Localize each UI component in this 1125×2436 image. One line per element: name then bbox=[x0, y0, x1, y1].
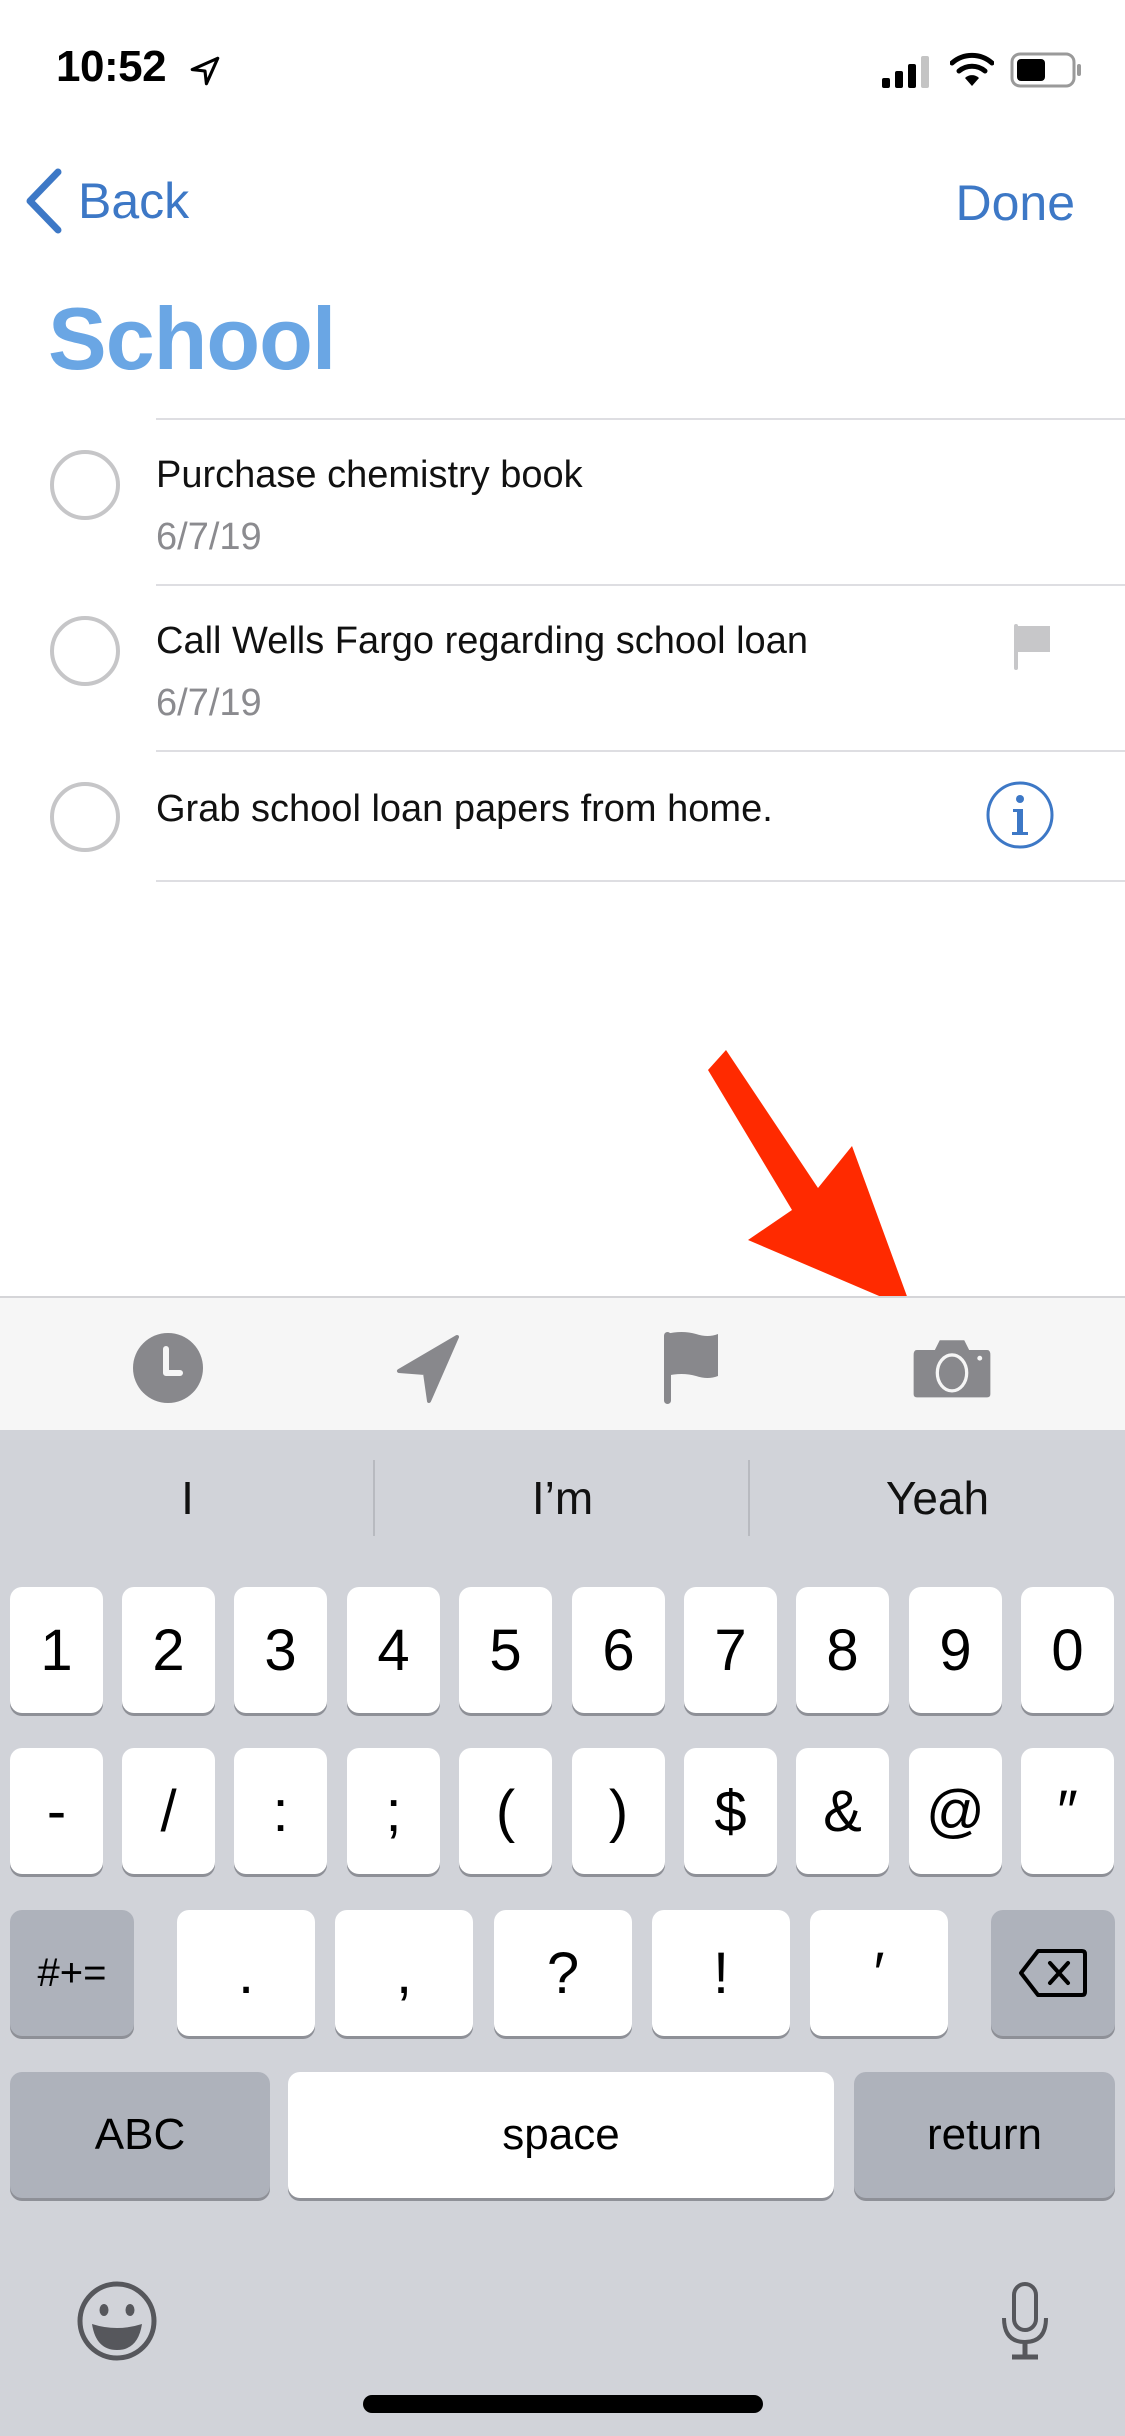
return-key[interactable]: return bbox=[854, 2072, 1115, 2198]
red-arrow-annotation bbox=[708, 1050, 912, 1310]
emoji-icon[interactable] bbox=[76, 2280, 158, 2362]
time-reminder-button[interactable] bbox=[128, 1328, 208, 1408]
divider bbox=[156, 880, 1125, 882]
suggestion-3[interactable]: Yeah bbox=[750, 1458, 1125, 1538]
keyboard: I I’m Yeah 1 2 3 4 5 6 7 8 9 0 - / : ; (… bbox=[0, 1430, 1125, 2436]
complete-checkbox[interactable] bbox=[50, 450, 120, 520]
suggestion-1[interactable]: I bbox=[0, 1458, 375, 1538]
key-hyphen[interactable]: - bbox=[10, 1748, 103, 1874]
home-indicator[interactable] bbox=[363, 2395, 763, 2413]
status-time: 10:52 bbox=[56, 42, 167, 91]
key-dollar[interactable]: $ bbox=[684, 1748, 777, 1874]
key-quote[interactable]: ″ bbox=[1021, 1748, 1114, 1874]
key-4[interactable]: 4 bbox=[347, 1587, 440, 1713]
reminders-list: Purchase chemistry book 6/7/19 Call Well… bbox=[0, 418, 1125, 882]
key-ampersand[interactable]: & bbox=[796, 1748, 889, 1874]
key-5[interactable]: 5 bbox=[459, 1587, 552, 1713]
key-exclamation[interactable]: ! bbox=[652, 1910, 790, 2036]
key-6[interactable]: 6 bbox=[572, 1587, 665, 1713]
list-item[interactable]: Grab school loan papers from home. bbox=[0, 752, 1125, 880]
microphone-icon[interactable] bbox=[1000, 2282, 1050, 2362]
chevron-left-icon bbox=[26, 168, 62, 234]
task-title[interactable]: Grab school loan papers from home. bbox=[156, 788, 773, 831]
camera-icon bbox=[913, 1340, 991, 1398]
navigation-bar: Back Done bbox=[0, 160, 1125, 240]
key-open-paren[interactable]: ( bbox=[459, 1748, 552, 1874]
delete-icon bbox=[1019, 1949, 1087, 1997]
key-8[interactable]: 8 bbox=[796, 1587, 889, 1713]
key-2[interactable]: 2 bbox=[122, 1587, 215, 1713]
abc-key[interactable]: ABC bbox=[10, 2072, 270, 2198]
flag-button[interactable] bbox=[652, 1328, 732, 1408]
task-title[interactable]: Purchase chemistry book bbox=[156, 454, 583, 497]
wifi-icon bbox=[950, 52, 994, 86]
task-date: 6/7/19 bbox=[156, 516, 262, 558]
key-7[interactable]: 7 bbox=[684, 1587, 777, 1713]
location-icon bbox=[397, 1335, 459, 1403]
back-button[interactable]: Back bbox=[24, 166, 189, 236]
status-bar: 10:52 bbox=[0, 0, 1125, 130]
list-item[interactable]: Purchase chemistry book 6/7/19 bbox=[0, 420, 1125, 584]
info-icon[interactable] bbox=[985, 780, 1055, 850]
list-item[interactable]: Call Wells Fargo regarding school loan 6… bbox=[0, 586, 1125, 750]
battery-icon bbox=[1010, 52, 1081, 88]
task-title[interactable]: Call Wells Fargo regarding school loan bbox=[156, 620, 808, 663]
key-question[interactable]: ? bbox=[494, 1910, 632, 2036]
delete-key[interactable] bbox=[991, 1910, 1115, 2036]
list-title: School bbox=[48, 289, 336, 388]
key-at[interactable]: @ bbox=[909, 1748, 1002, 1874]
flag-icon bbox=[664, 1332, 718, 1404]
key-semicolon[interactable]: ; bbox=[347, 1748, 440, 1874]
back-label: Back bbox=[78, 173, 190, 229]
location-reminder-button[interactable] bbox=[388, 1328, 468, 1408]
complete-checkbox[interactable] bbox=[50, 616, 120, 686]
cellular-signal-icon bbox=[882, 56, 929, 88]
key-apostrophe[interactable]: ′ bbox=[810, 1910, 948, 2036]
key-3[interactable]: 3 bbox=[234, 1587, 327, 1713]
task-date: 6/7/19 bbox=[156, 682, 262, 724]
complete-checkbox[interactable] bbox=[50, 782, 120, 852]
done-button[interactable]: Done bbox=[955, 174, 1075, 232]
key-colon[interactable]: : bbox=[234, 1748, 327, 1874]
key-9[interactable]: 9 bbox=[909, 1587, 1002, 1713]
reminder-toolbar bbox=[0, 1296, 1125, 1430]
location-arrow-icon bbox=[190, 56, 220, 86]
suggestion-2[interactable]: I’m bbox=[375, 1458, 750, 1538]
key-1[interactable]: 1 bbox=[10, 1587, 103, 1713]
key-comma[interactable]: , bbox=[335, 1910, 473, 2036]
clock-icon bbox=[133, 1333, 203, 1403]
key-slash[interactable]: / bbox=[122, 1748, 215, 1874]
key-close-paren[interactable]: ) bbox=[572, 1748, 665, 1874]
space-key[interactable]: space bbox=[288, 2072, 834, 2198]
key-0[interactable]: 0 bbox=[1021, 1587, 1114, 1713]
key-period[interactable]: . bbox=[177, 1910, 315, 2036]
flag-icon bbox=[1014, 624, 1050, 670]
predictive-bar: I I’m Yeah bbox=[0, 1430, 1125, 1560]
camera-button[interactable] bbox=[912, 1328, 992, 1408]
symbols-key[interactable]: #+= bbox=[10, 1910, 134, 2036]
